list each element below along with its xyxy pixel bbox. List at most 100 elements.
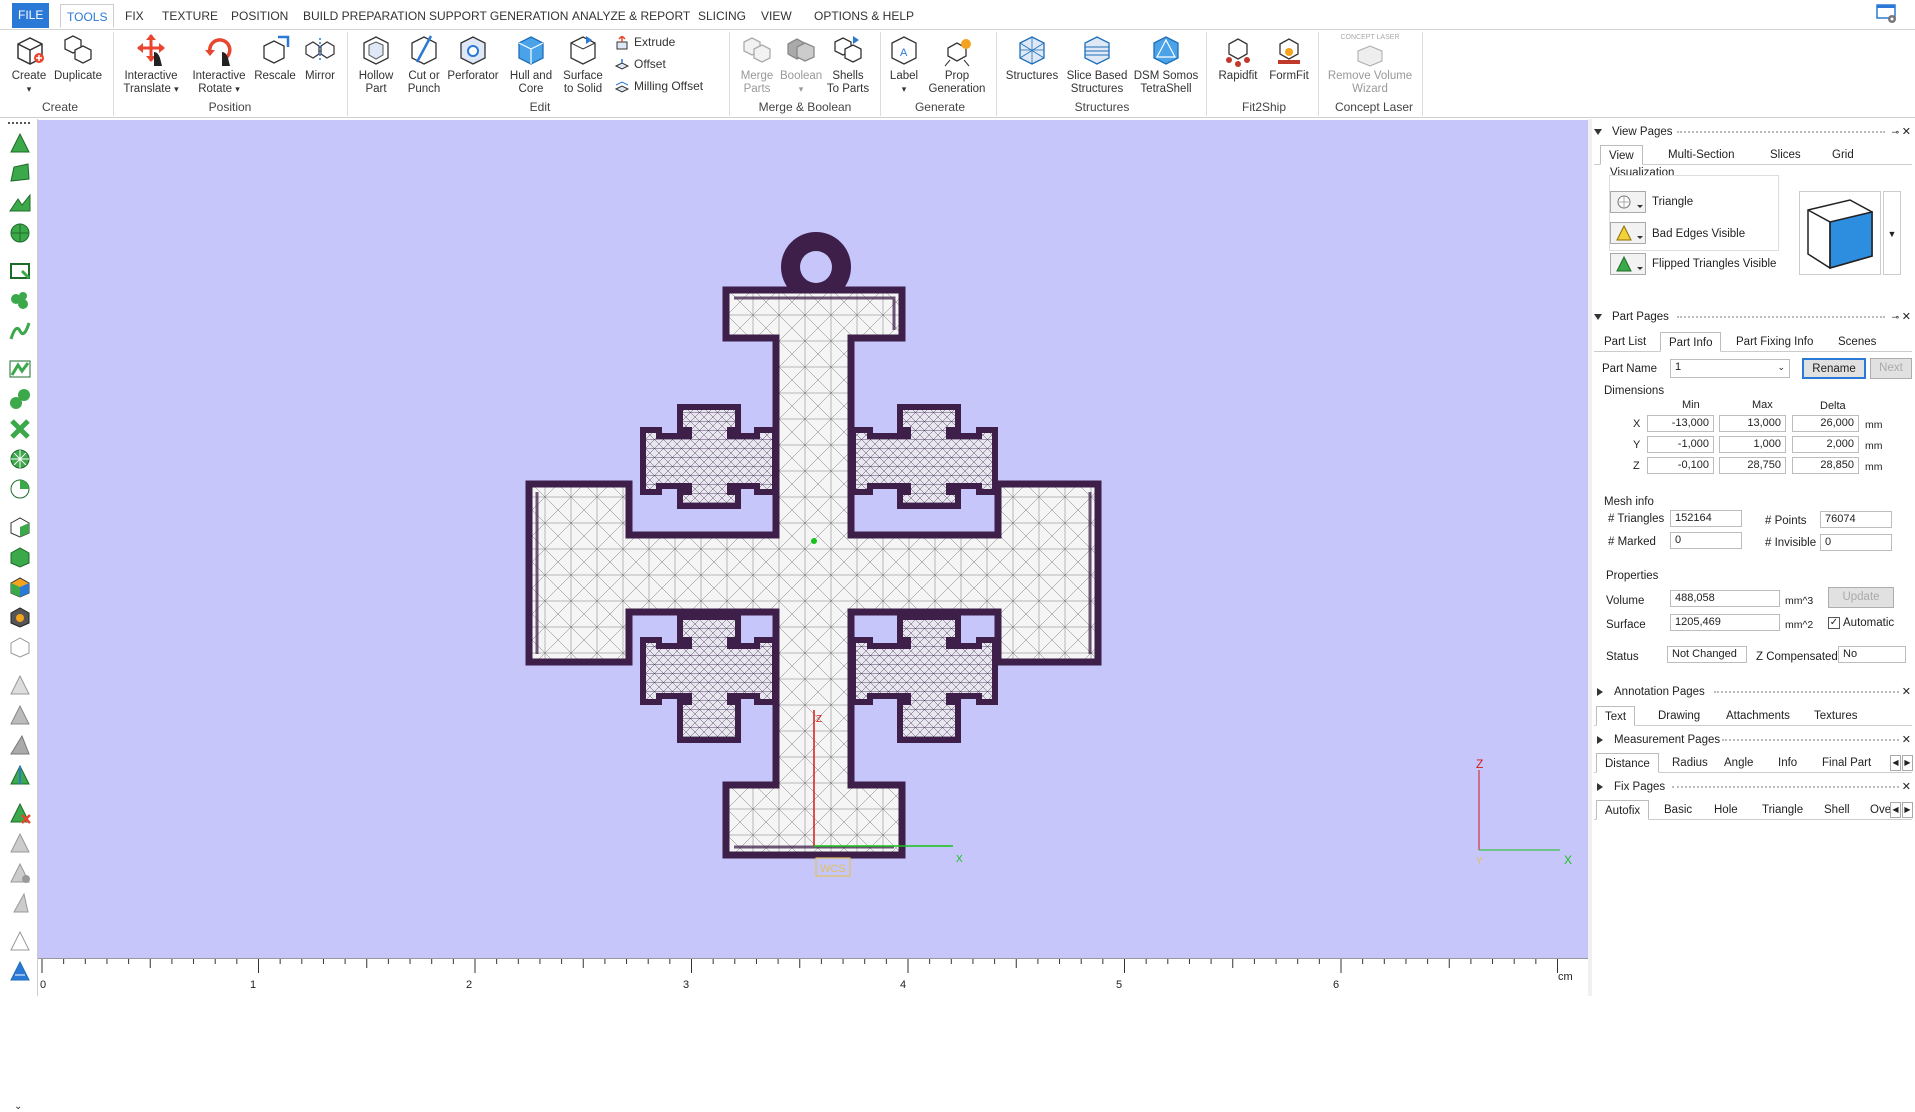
select-planar-tool-icon[interactable]	[8, 357, 32, 381]
milling-offset-button[interactable]: Milling Offset	[614, 79, 703, 94]
tab-angle[interactable]: Angle	[1716, 753, 1761, 773]
select-part-outline-icon[interactable]	[8, 635, 32, 659]
structures-button[interactable]: Structures	[1002, 32, 1062, 83]
formfit-button[interactable]: FormFit	[1264, 32, 1314, 83]
status-field[interactable]: Not Changed	[1667, 646, 1747, 663]
shells-to-parts-button[interactable]: Shells To Parts	[824, 32, 872, 96]
part-pages-header[interactable]: Part Pages ⊸ ✕	[1592, 307, 1915, 327]
triangle-mark-tool-icon[interactable]	[8, 673, 32, 697]
select-sphere-tool-icon[interactable]	[8, 221, 32, 245]
close-icon[interactable]: ✕	[1902, 307, 1911, 327]
menu-tab-view[interactable]: VIEW	[755, 4, 798, 28]
prop-generation-button[interactable]: Prop Generation	[926, 32, 988, 96]
menu-tab-support-generation[interactable]: SUPPORT GENERATION	[423, 4, 574, 28]
triangle-edge-tool-icon[interactable]	[8, 763, 32, 787]
select-cross-tool-icon[interactable]	[8, 417, 32, 441]
triangle-flip-tool-icon[interactable]	[8, 733, 32, 757]
view-cube-dropdown-icon[interactable]: ▼	[1883, 191, 1901, 275]
select-flood-tool-icon[interactable]	[8, 387, 32, 411]
remove-volume-wizard-button[interactable]: CONCEPT LASER Remove Volume Wizard	[1322, 32, 1418, 96]
triangle-unmark-tool-icon[interactable]	[8, 703, 32, 727]
select-surface-tool-icon[interactable]	[8, 161, 32, 185]
tab-view[interactable]: View	[1600, 145, 1643, 165]
points-field[interactable]: 76074	[1820, 511, 1892, 528]
y-max-field[interactable]: 1,000	[1719, 436, 1786, 453]
triangles-field[interactable]: 152164	[1670, 510, 1742, 527]
rename-button[interactable]: Rename	[1802, 358, 1866, 379]
tab-shell[interactable]: Shell	[1816, 800, 1858, 820]
view-pages-header[interactable]: View Pages ⊸ ✕	[1592, 122, 1915, 142]
menu-tab-build-preparation[interactable]: BUILD PREPARATION	[297, 4, 432, 28]
z-delta-field[interactable]: 28,850	[1792, 457, 1859, 474]
marked-field[interactable]: 0	[1670, 532, 1742, 549]
close-icon[interactable]: ✕	[1902, 122, 1911, 142]
tab-drawing[interactable]: Drawing	[1650, 706, 1708, 726]
triangle-fill-tool-icon[interactable]	[8, 831, 32, 855]
z-min-field[interactable]: -0,100	[1647, 457, 1714, 474]
tab-text[interactable]: Text	[1596, 706, 1636, 726]
tab-scroll-right-icon[interactable]: ▶	[1902, 802, 1913, 818]
extrude-button[interactable]: Extrude	[614, 35, 675, 50]
toolbar-expand-chevron-icon[interactable]: ⌄	[14, 1101, 22, 1112]
slice-based-structures-button[interactable]: Slice Based Structures	[1064, 32, 1130, 96]
z-compensated-field[interactable]: No	[1838, 646, 1906, 663]
z-max-field[interactable]: 28,750	[1719, 457, 1786, 474]
offset-button[interactable]: Offset	[614, 57, 666, 72]
select-angle-tool-icon[interactable]	[8, 477, 32, 501]
tab-part-fixing-info[interactable]: Part Fixing Info	[1728, 332, 1821, 352]
annotation-pages-header[interactable]: Annotation Pages ✕	[1592, 682, 1915, 702]
menu-tab-options-help[interactable]: OPTIONS & HELP	[808, 4, 920, 28]
select-part-options-icon[interactable]	[8, 605, 32, 629]
tab-attachments[interactable]: Attachments	[1718, 706, 1798, 726]
select-triangle-tool-icon[interactable]	[8, 131, 32, 155]
tab-part-list[interactable]: Part List	[1596, 332, 1654, 352]
view-cube[interactable]	[1799, 191, 1881, 275]
triangle-outline-tool-icon[interactable]	[8, 929, 32, 953]
window-settings-icon[interactable]	[1876, 4, 1898, 24]
merge-parts-button[interactable]: Merge Parts	[734, 32, 780, 96]
select-lasso-tool-icon[interactable]	[8, 289, 32, 313]
select-polyline-tool-icon[interactable]	[8, 319, 32, 343]
bad-edges-button[interactable]	[1610, 222, 1646, 244]
select-wheel-tool-icon[interactable]	[8, 447, 32, 471]
cut-or-punch-button[interactable]: Cut or Punch	[402, 32, 446, 96]
close-icon[interactable]: ✕	[1902, 730, 1911, 750]
hollow-part-button[interactable]: Hollow Part	[352, 32, 400, 96]
tab-scroll-left-icon[interactable]: ◀	[1890, 802, 1901, 818]
perforator-button[interactable]: Perforator	[446, 32, 500, 83]
y-delta-field[interactable]: 2,000	[1792, 436, 1859, 453]
select-part-tool-icon[interactable]	[8, 515, 32, 539]
tab-slices[interactable]: Slices	[1762, 145, 1809, 165]
part-name-select[interactable]: 1 ⌄	[1670, 359, 1790, 378]
menu-tab-tools[interactable]: TOOLS	[60, 4, 115, 28]
invisible-field[interactable]: 0	[1820, 534, 1892, 551]
update-button[interactable]: Update	[1828, 587, 1894, 608]
surface-to-solid-button[interactable]: Surface to Solid	[558, 32, 608, 96]
tab-radius[interactable]: Radius	[1664, 753, 1716, 773]
automatic-checkbox[interactable]: ✓	[1828, 617, 1840, 629]
pin-icon[interactable]: ⊸	[1891, 122, 1899, 142]
next-button[interactable]: Next	[1870, 358, 1912, 379]
menu-tab-analyze-report[interactable]: ANALYZE & REPORT	[566, 4, 696, 28]
measurement-pages-header[interactable]: Measurement Pages ✕	[1592, 730, 1915, 750]
triangle-delete-tool-icon[interactable]	[8, 801, 32, 825]
triangle-mode-button[interactable]	[1610, 191, 1646, 213]
toolbar-grip[interactable]	[8, 122, 30, 124]
close-icon[interactable]: ✕	[1902, 777, 1911, 797]
tab-scroll-right-icon[interactable]: ▶	[1902, 755, 1913, 771]
menu-tab-slicing[interactable]: SLICING	[692, 4, 752, 28]
tab-triangle[interactable]: Triangle	[1754, 800, 1811, 820]
tab-scenes[interactable]: Scenes	[1830, 332, 1884, 352]
fix-pages-header[interactable]: Fix Pages ✕	[1592, 777, 1915, 797]
pin-icon[interactable]: ⊸	[1891, 307, 1899, 327]
tab-grid[interactable]: Grid	[1824, 145, 1862, 165]
tab-final-part[interactable]: Final Part	[1814, 753, 1879, 773]
hull-and-core-button[interactable]: Hull and Core	[506, 32, 556, 96]
surface-field[interactable]: 1205,469	[1670, 614, 1780, 631]
y-min-field[interactable]: -1,000	[1647, 436, 1714, 453]
tab-hole[interactable]: Hole	[1706, 800, 1746, 820]
duplicate-button[interactable]: Duplicate	[52, 32, 104, 83]
tab-basic[interactable]: Basic	[1656, 800, 1700, 820]
x-max-field[interactable]: 13,000	[1719, 415, 1786, 432]
select-shell-tool-icon[interactable]	[8, 191, 32, 215]
